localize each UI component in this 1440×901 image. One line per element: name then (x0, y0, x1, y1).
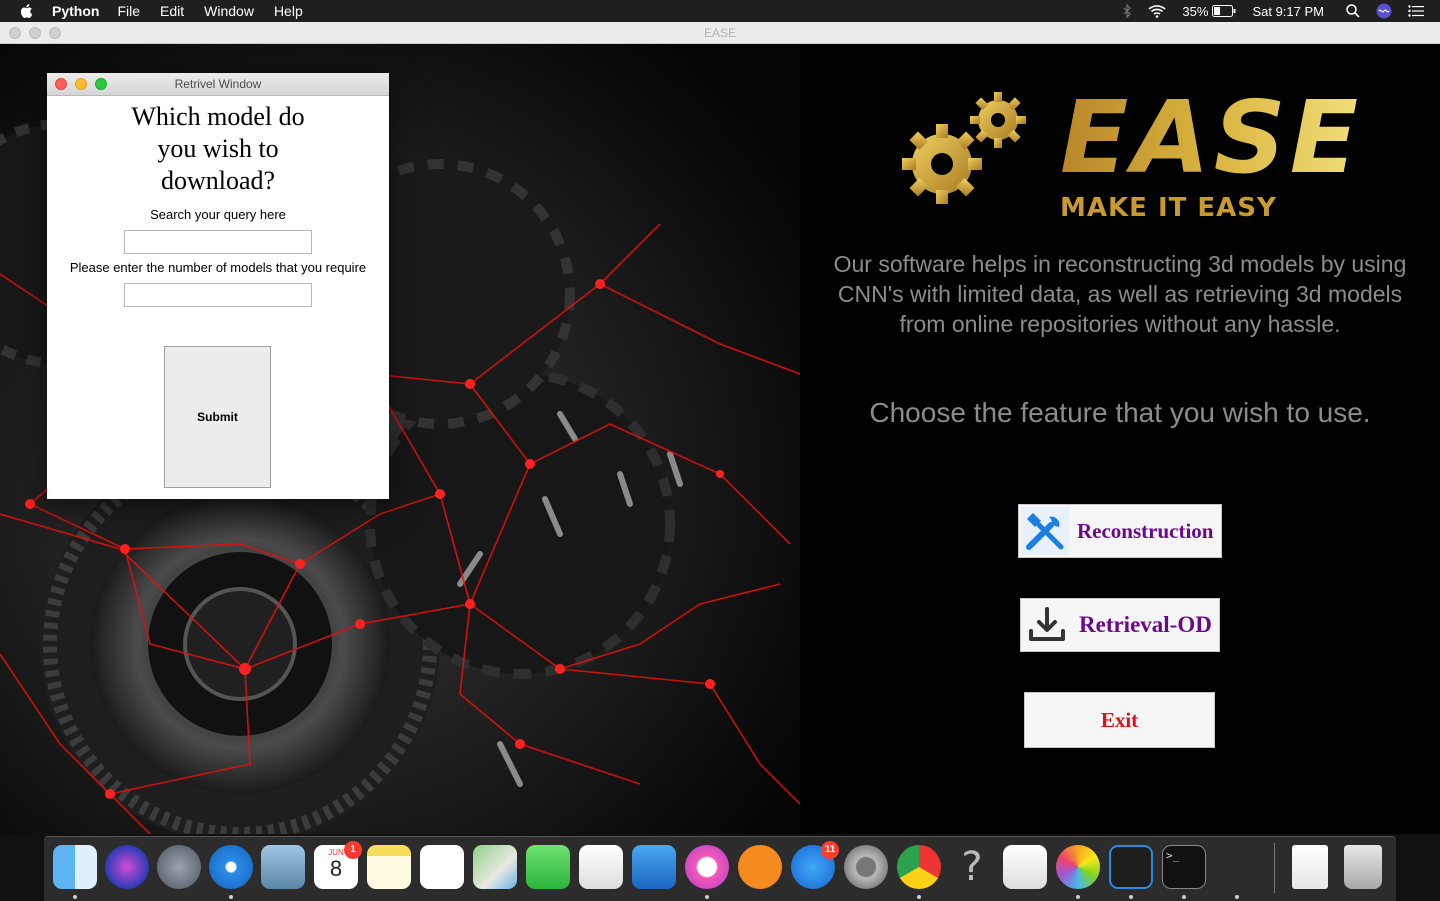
running-indicator (1235, 895, 1239, 899)
retrieval-od-button[interactable]: Retrieval-OD (1020, 598, 1220, 652)
logo-title: EASE (1060, 84, 1360, 196)
feature-prompt: Choose the feature that you wish to use. (869, 397, 1371, 428)
download-question: Which model do you wish to download? (131, 102, 305, 195)
calendar-day: 8 (329, 856, 343, 881)
battery-percent: 35% (1182, 3, 1209, 19)
app-description: Our software helps in reconstructing 3d … (833, 251, 1407, 337)
html-file-icon[interactable] (1292, 845, 1328, 889)
status-area: 35% Sat 9:17 PM (1122, 0, 1440, 22)
submit-button[interactable]: Submit (164, 346, 271, 488)
keynote-icon[interactable] (632, 845, 676, 889)
running-indicator (1182, 895, 1186, 899)
menu-app-name[interactable]: Python (52, 3, 99, 19)
ibooks-icon[interactable] (738, 845, 782, 889)
battery-icon (1212, 5, 1236, 17)
retrieval-od-label: Retrieval-OD (1079, 612, 1212, 637)
launchpad-icon[interactable] (157, 845, 201, 889)
model-count-input[interactable] (124, 283, 312, 307)
terminal-icon[interactable]: >_ (1162, 845, 1206, 889)
pages-icon[interactable] (1003, 845, 1047, 889)
exit-button[interactable]: Exit (1024, 692, 1215, 748)
wifi-icon[interactable] (1148, 4, 1166, 18)
app-store-icon[interactable]: 11 (791, 841, 839, 889)
menu-edit[interactable]: Edit (160, 3, 184, 19)
battery-status[interactable]: 35% (1182, 4, 1236, 19)
trash-icon[interactable] (1344, 845, 1382, 889)
download-icon (1029, 607, 1065, 641)
calendar-icon[interactable]: JUN 8 1 (314, 841, 362, 889)
running-indicator (1129, 895, 1133, 899)
notification-center-icon[interactable] (1408, 5, 1424, 17)
retrieval-window: Retrivel Window Which model do you wish … (47, 73, 389, 499)
model-count-label: Please enter the number of models that y… (69, 260, 367, 275)
menu-bar: Python File Edit Window Help 35% Sat 9:1… (0, 0, 1440, 22)
siri-icon[interactable] (1376, 3, 1392, 19)
menu-window[interactable]: Window (204, 3, 254, 19)
tools-icon (1021, 507, 1069, 555)
retrieval-window-title: Retrivel Window (174, 77, 262, 91)
system-preferences-icon[interactable] (844, 845, 888, 889)
reconstruction-label: Reconstruction (1077, 518, 1214, 543)
notes-icon[interactable] (367, 845, 411, 889)
facetime-icon[interactable] (526, 845, 570, 889)
exit-label: Exit (1100, 707, 1139, 732)
app-store-badge: 11 (821, 841, 839, 859)
retrieval-window-titlebar[interactable]: Retrivel Window (47, 73, 389, 96)
apple-icon[interactable] (18, 2, 36, 20)
search-label: Search your query here (150, 207, 286, 222)
running-indicator (1076, 895, 1080, 899)
window-title: EASE (703, 26, 736, 40)
logo-tagline: MAKE IT EASY (1060, 193, 1277, 223)
main-window-titlebar[interactable]: EASE (0, 22, 1440, 44)
vscode-icon[interactable] (1109, 845, 1153, 889)
numbers-icon[interactable] (579, 845, 623, 889)
help-icon[interactable]: ? (950, 845, 994, 889)
maps-icon[interactable] (473, 845, 517, 889)
bluetooth-icon[interactable] (1122, 4, 1132, 18)
dock-separator (1274, 843, 1275, 893)
reconstruction-button[interactable]: Reconstruction (1018, 504, 1222, 558)
search-query-input[interactable] (124, 230, 312, 254)
mail-icon[interactable] (261, 845, 305, 889)
menu-file[interactable]: File (117, 3, 140, 19)
running-indicator (229, 895, 233, 899)
finder-icon[interactable] (53, 845, 97, 889)
menu-help[interactable]: Help (274, 3, 303, 19)
rocket-icon[interactable] (1215, 845, 1259, 889)
photos-icon[interactable] (1056, 845, 1100, 889)
dock: JUN 8 1 11 ? >_ (44, 836, 1396, 901)
calendar-badge: 1 (344, 841, 362, 859)
siri-icon[interactable] (105, 845, 149, 889)
reminders-icon[interactable] (420, 845, 464, 889)
ease-logo: EASE MAKE IT EASY (902, 84, 1360, 223)
clock[interactable]: Sat 9:17 PM (1252, 4, 1324, 19)
running-indicator (705, 895, 709, 899)
running-indicator (73, 895, 77, 899)
itunes-icon[interactable] (685, 845, 729, 889)
running-indicator (917, 895, 921, 899)
safari-icon[interactable] (209, 845, 253, 889)
chrome-icon[interactable] (897, 845, 941, 889)
spotlight-search-icon[interactable] (1346, 4, 1360, 18)
